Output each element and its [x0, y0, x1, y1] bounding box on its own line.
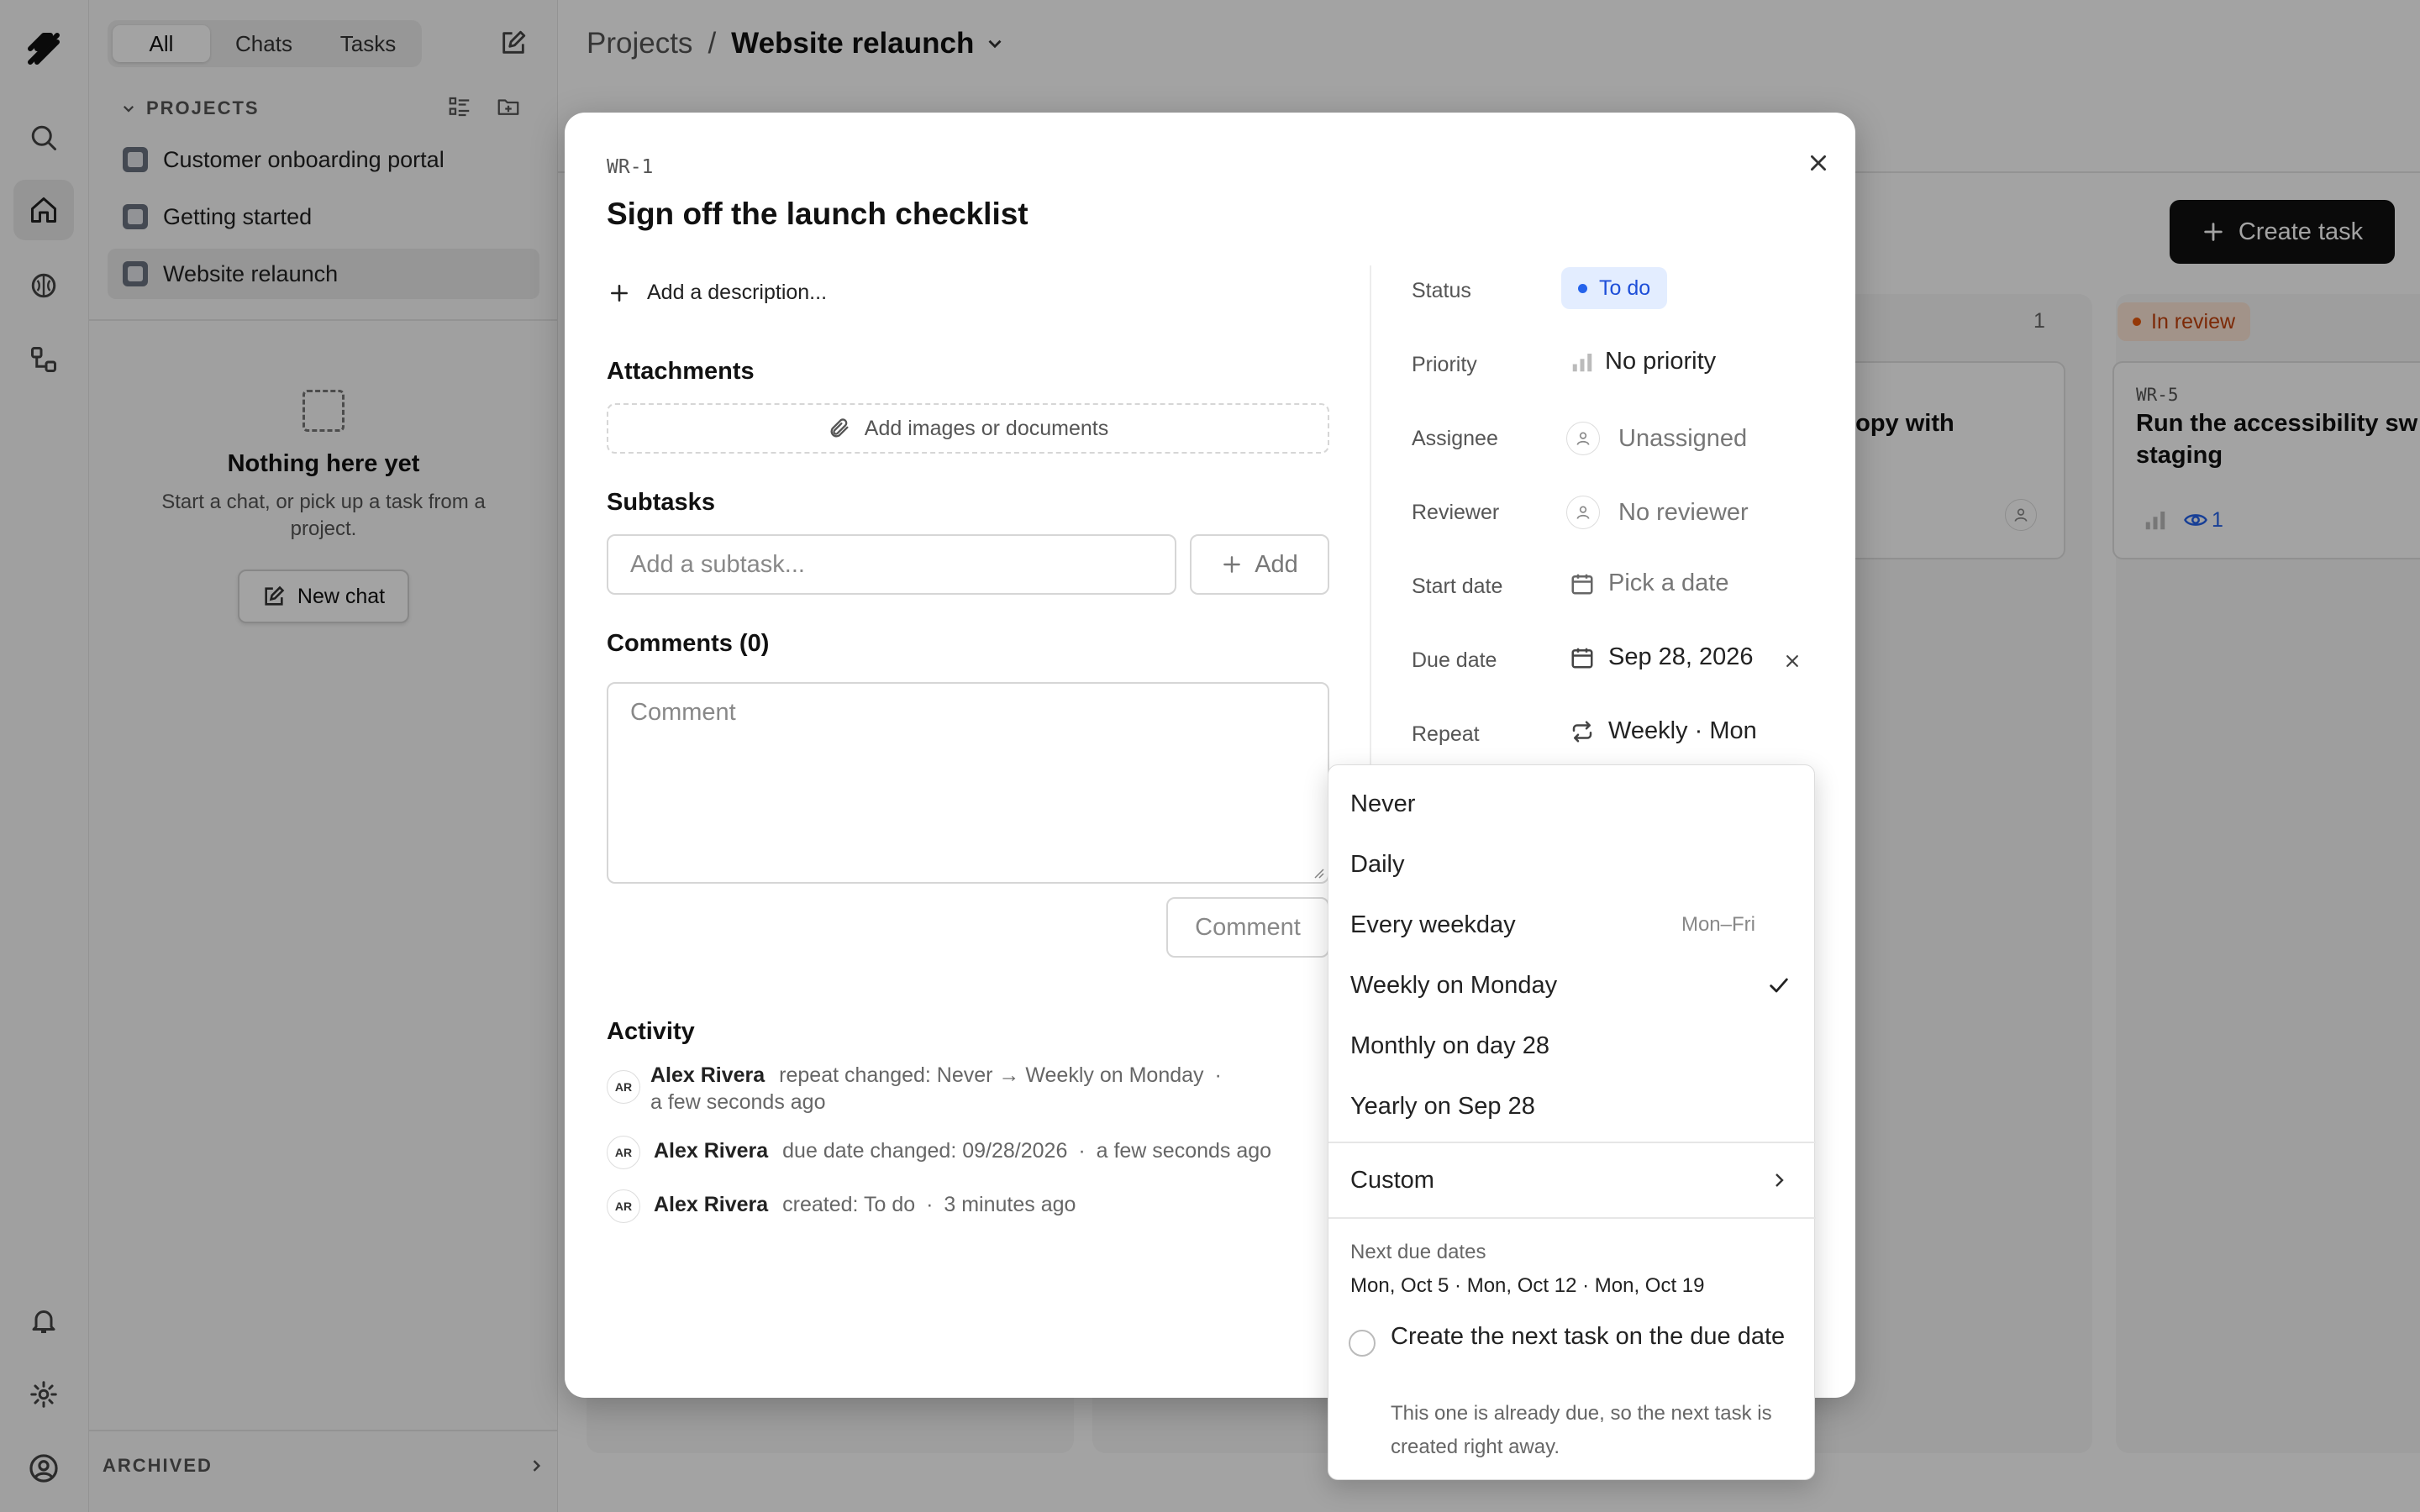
priority-bars-icon	[1572, 353, 1592, 371]
task-id: WR-1	[607, 156, 654, 178]
comment-textarea[interactable]: Comment	[607, 682, 1329, 884]
repeat-option-monthly[interactable]: Monthly on day 28	[1328, 1019, 1816, 1073]
reviewer-value: No reviewer	[1618, 498, 1749, 526]
activity-time: a few seconds ago	[1096, 1139, 1272, 1163]
task-title[interactable]: Sign off the launch checklist	[607, 197, 1028, 232]
clear-due-date-button[interactable]	[1780, 648, 1805, 674]
avatar: AR	[607, 1189, 640, 1223]
due-date-label: Due date	[1412, 648, 1497, 672]
chevron-right-icon	[1776, 1173, 1784, 1187]
activity-author: Alex Rivera	[650, 1063, 765, 1087]
add-description-label: Add a description...	[647, 281, 828, 304]
status-value: To do	[1599, 276, 1651, 300]
repeat-dropdown-menu: Never Daily Every weekday Mon–Fri Weekly…	[1328, 764, 1816, 1480]
calendar-icon	[1571, 648, 1593, 668]
plus-icon	[1223, 556, 1241, 573]
create-next-task-label[interactable]: Create the next task on the due date	[1391, 1320, 1794, 1353]
repeat-select[interactable]: Weekly · Mon	[1570, 717, 1757, 745]
priority-select[interactable]: No priority	[1570, 348, 1716, 375]
add-subtask-button[interactable]: Add	[1190, 534, 1329, 595]
comment-placeholder: Comment	[630, 699, 736, 726]
repeat-option-daily[interactable]: Daily	[1328, 837, 1816, 891]
close-button[interactable]	[1798, 143, 1839, 183]
option-hint: Mon–Fri	[1681, 913, 1755, 936]
reviewer-select[interactable]: No reviewer	[1566, 496, 1749, 529]
activity-description: due date changed: 09/28/2026	[782, 1139, 1068, 1163]
repeat-option-yearly[interactable]: Yearly on Sep 28	[1328, 1079, 1816, 1133]
status-dot-icon	[1578, 283, 1587, 293]
repeat-option-weekly-selected[interactable]: Weekly on Monday	[1328, 958, 1816, 1012]
option-label: Custom	[1350, 1166, 1434, 1194]
user-icon	[1566, 496, 1600, 529]
subtask-placeholder: Add a subtask...	[630, 550, 805, 578]
attachments-dropzone[interactable]: Add images or documents	[607, 403, 1329, 454]
option-label: Never	[1350, 790, 1416, 817]
create-next-task-help: This one is already due, so the next tas…	[1391, 1402, 1772, 1458]
option-label: Monthly on day 28	[1350, 1032, 1549, 1059]
check-icon	[1770, 978, 1788, 993]
start-date-label: Start date	[1412, 575, 1503, 598]
activity-author: Alex Rivera	[654, 1139, 769, 1163]
avatar: AR	[607, 1070, 640, 1104]
add-subtask-label: Add	[1255, 550, 1298, 578]
add-description-button[interactable]: Add a description...	[608, 281, 827, 305]
activity-author: Alex Rivera	[654, 1193, 769, 1216]
priority-value: No priority	[1605, 348, 1717, 375]
reviewer-label: Reviewer	[1412, 501, 1500, 524]
repeat-option-custom[interactable]: Custom	[1328, 1153, 1816, 1207]
next-due-dates-list: Mon, Oct 5 · Mon, Oct 12 · Mon, Oct 19	[1350, 1274, 1705, 1297]
priority-label: Priority	[1412, 353, 1477, 376]
subtask-input[interactable]: Add a subtask...	[607, 534, 1176, 595]
option-label: Every weekday	[1350, 911, 1516, 938]
resize-handle-icon[interactable]	[1311, 865, 1324, 879]
assignee-value: Unassigned	[1618, 424, 1748, 452]
assignee-label: Assignee	[1412, 427, 1498, 450]
repeat-label: Repeat	[1412, 722, 1480, 746]
repeat-icon	[1572, 721, 1592, 742]
due-date-picker[interactable]: Sep 28, 2026	[1570, 643, 1754, 671]
option-label: Daily	[1350, 850, 1405, 878]
avatar: AR	[607, 1136, 640, 1169]
attachments-label: Add images or documents	[864, 416, 1109, 440]
paperclip-icon	[830, 418, 849, 438]
start-date-value: Pick a date	[1608, 570, 1729, 596]
option-label: Weekly on Monday	[1350, 971, 1558, 999]
activity-title: Activity	[607, 1018, 695, 1045]
activity-time: a few seconds ago	[650, 1090, 826, 1114]
activity-text: Alex Rivera due date changed: 09/28/2026…	[654, 1139, 1272, 1163]
menu-divider	[1328, 1142, 1816, 1143]
comment-submit-button[interactable]: Comment	[1166, 897, 1329, 958]
close-icon	[1786, 655, 1798, 667]
activity-description: created: To do	[782, 1193, 916, 1216]
option-label: Yearly on Sep 28	[1350, 1092, 1535, 1120]
activity-text: Alex Rivera repeat changed: Never → Week…	[650, 1063, 1222, 1114]
activity-text: Alex Rivera created: To do · 3 minutes a…	[654, 1193, 1076, 1216]
activity-time: 3 minutes ago	[944, 1193, 1076, 1216]
comments-title: Comments (0)	[607, 630, 770, 657]
status-label: Status	[1412, 279, 1471, 302]
create-next-task-checkbox[interactable]	[1349, 1330, 1376, 1357]
attachments-title: Attachments	[607, 358, 755, 385]
assignee-select[interactable]: Unassigned	[1566, 422, 1747, 455]
calendar-icon	[1571, 574, 1593, 594]
close-icon	[1811, 155, 1826, 171]
menu-divider	[1328, 1217, 1816, 1219]
repeat-option-never[interactable]: Never	[1328, 777, 1816, 831]
repeat-option-every-weekday[interactable]: Every weekday Mon–Fri	[1328, 898, 1816, 952]
subtasks-title: Subtasks	[607, 489, 715, 516]
activity-description: repeat changed: Never → Weekly on Monday	[779, 1063, 1204, 1087]
start-date-picker[interactable]: Pick a date	[1570, 570, 1728, 597]
status-badge[interactable]: To do	[1561, 267, 1668, 309]
next-due-dates-title: Next due dates	[1350, 1241, 1486, 1263]
user-icon	[1566, 422, 1600, 455]
repeat-value: Weekly · Mon	[1608, 717, 1757, 744]
due-date-value: Sep 28, 2026	[1608, 643, 1754, 670]
plus-icon	[611, 284, 628, 302]
